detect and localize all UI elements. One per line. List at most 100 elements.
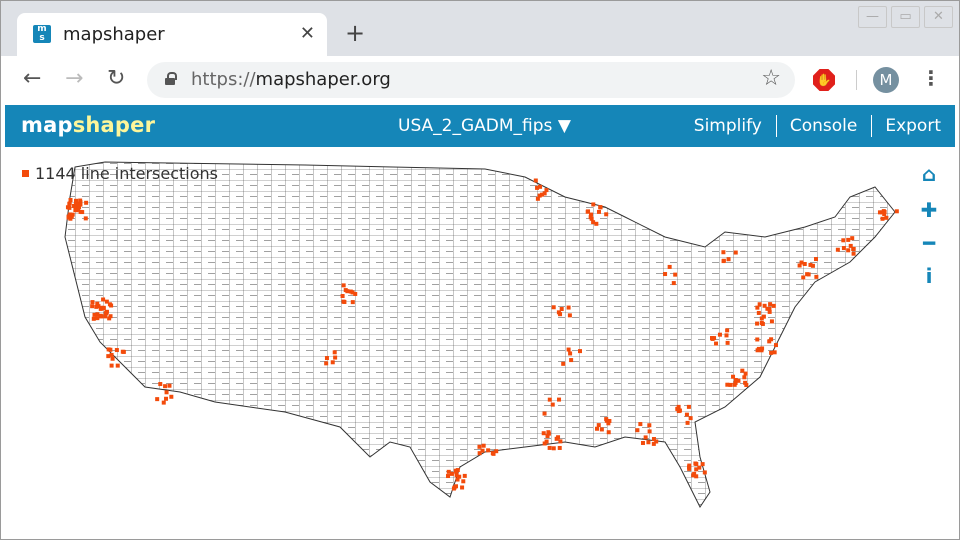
- intersection-point: [773, 343, 778, 348]
- lock-icon: [165, 72, 177, 85]
- intersection-point: [109, 352, 114, 357]
- intersection-point: [638, 422, 643, 427]
- intersection-point: [841, 238, 846, 243]
- intersection-point: [877, 210, 882, 215]
- divider: [856, 70, 857, 90]
- intersection-point: [78, 209, 83, 214]
- intersection-point: [687, 466, 692, 471]
- intersection-point: [566, 305, 571, 310]
- app-header: mapshaper USA_2_GADM_fips ▼ Simplify Con…: [5, 105, 955, 147]
- intersection-point: [161, 400, 166, 405]
- intersection-point: [477, 451, 482, 456]
- new-tab-icon[interactable]: +: [345, 19, 365, 47]
- intersection-point: [646, 440, 651, 445]
- intersection-point: [107, 302, 112, 307]
- intersection-point: [841, 246, 846, 251]
- bookmark-star-icon[interactable]: ☆: [761, 66, 781, 91]
- home-icon[interactable]: ⌂: [918, 162, 940, 186]
- intersection-point: [663, 272, 668, 277]
- intersection-point: [733, 250, 738, 255]
- intersection-point: [677, 408, 682, 413]
- intersection-point: [324, 361, 329, 366]
- reload-icon[interactable]: ↻: [107, 66, 125, 91]
- adblock-icon[interactable]: ✋: [813, 69, 835, 91]
- intersection-point: [697, 465, 702, 470]
- intersection-point: [721, 250, 726, 255]
- intersection-point: [880, 216, 885, 221]
- simplify-button[interactable]: Simplify: [681, 115, 776, 137]
- intersection-point: [101, 306, 106, 311]
- intersections-count: 1144 line intersections: [35, 164, 219, 183]
- avatar[interactable]: M: [873, 67, 899, 93]
- intersection-point: [542, 411, 547, 416]
- intersection-point: [167, 383, 172, 388]
- intersection-point: [330, 360, 335, 365]
- intersection-point: [742, 375, 747, 380]
- close-window-icon[interactable]: ✕: [924, 6, 953, 28]
- console-button[interactable]: Console: [775, 115, 872, 137]
- forward-icon[interactable]: →: [65, 66, 83, 91]
- intersection-point: [643, 435, 648, 440]
- intersection-point: [640, 440, 645, 445]
- intersection-point: [647, 423, 652, 428]
- intersection-point: [694, 474, 699, 479]
- map-canvas[interactable]: [5, 147, 955, 535]
- layer-selector[interactable]: USA_2_GADM_fips ▼: [398, 116, 571, 136]
- intersection-marker-icon: [22, 170, 29, 177]
- maximize-icon[interactable]: ▭: [891, 6, 920, 28]
- intersection-point: [481, 443, 486, 448]
- intersection-point: [676, 404, 681, 409]
- intersection-point: [688, 416, 693, 421]
- intersection-point: [814, 274, 819, 279]
- info-icon[interactable]: i: [918, 264, 940, 288]
- map-svg[interactable]: [5, 147, 955, 535]
- tab-close-icon[interactable]: ✕: [300, 23, 315, 44]
- mapshaper-favicon-icon: ms: [33, 25, 51, 43]
- intersection-point: [591, 220, 596, 225]
- intersection-point: [769, 350, 774, 355]
- intersection-point: [99, 314, 104, 319]
- intersection-point: [155, 397, 160, 402]
- intersection-point: [451, 486, 456, 491]
- tab-mapshaper[interactable]: ms mapshaper ✕: [17, 13, 327, 57]
- back-icon[interactable]: ←: [23, 66, 41, 91]
- intersection-point: [894, 209, 899, 214]
- intersection-point: [556, 435, 561, 440]
- address-bar[interactable]: https://mapshaper.org ☆: [147, 62, 795, 98]
- intersection-point: [647, 429, 652, 434]
- intersection-point: [717, 332, 722, 337]
- minimize-icon[interactable]: —: [858, 6, 887, 28]
- intersection-point: [83, 216, 88, 221]
- intersection-point: [90, 300, 95, 305]
- url-text[interactable]: https://mapshaper.org: [191, 69, 391, 90]
- intersection-point: [169, 394, 174, 399]
- intersection-point: [607, 418, 612, 423]
- export-button[interactable]: Export: [871, 115, 955, 137]
- zoom-out-icon[interactable]: ━: [918, 231, 940, 255]
- intersection-point: [120, 349, 125, 354]
- intersection-point: [755, 321, 760, 326]
- intersection-point: [846, 237, 851, 242]
- intersection-point: [725, 328, 730, 333]
- intersection-point: [559, 307, 564, 312]
- intersection-point: [810, 263, 815, 268]
- intersection-point: [454, 473, 459, 478]
- intersection-point: [760, 321, 765, 326]
- zoom-in-icon[interactable]: ✚: [918, 198, 940, 222]
- intersection-point: [561, 361, 566, 366]
- intersection-point: [446, 474, 451, 479]
- intersection-point: [596, 209, 601, 214]
- more-menu-icon[interactable]: ⋮: [921, 66, 941, 90]
- intersection-point: [725, 340, 730, 345]
- intersection-point: [343, 288, 348, 293]
- intersection-point: [551, 446, 556, 451]
- intersection-point: [164, 390, 169, 395]
- intersection-point: [732, 382, 737, 387]
- intersection-point: [835, 247, 840, 252]
- intersection-point: [743, 371, 748, 376]
- intersection-point: [846, 248, 851, 253]
- intersection-point: [806, 272, 811, 277]
- intersection-point: [68, 198, 73, 203]
- intersection-point: [547, 445, 552, 450]
- intersection-point: [755, 348, 760, 353]
